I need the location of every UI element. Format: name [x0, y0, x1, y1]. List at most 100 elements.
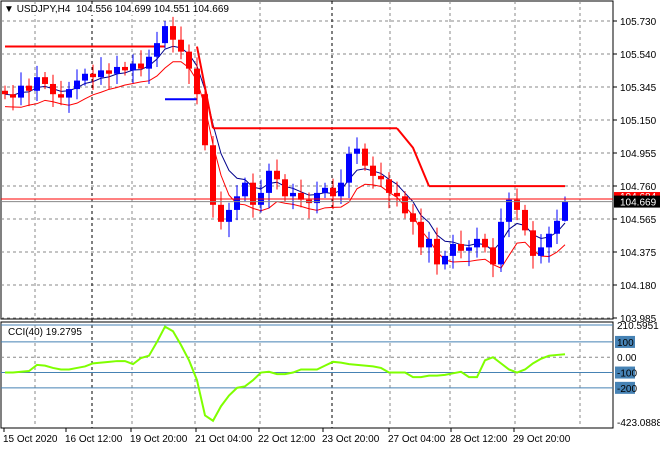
- price-axis-label: 104.375: [620, 248, 657, 259]
- candle-bear: [274, 170, 280, 180]
- candle-bull: [498, 221, 504, 265]
- candle-bull: [450, 243, 456, 256]
- candle-bear: [2, 90, 8, 95]
- price-axis-label: 104.180: [620, 281, 657, 292]
- cci-axis-label: -423.0888: [617, 418, 660, 429]
- candle-bear: [378, 175, 384, 180]
- candle-bull: [266, 170, 272, 193]
- candle-bear: [138, 63, 144, 69]
- candle-bull: [554, 220, 560, 234]
- cci-axis-label: -200: [617, 384, 637, 395]
- candle-bear: [58, 94, 64, 98]
- open-value: 104.556: [75, 4, 113, 15]
- cci-pane-border: [0, 321, 614, 429]
- candle-bear: [482, 238, 488, 248]
- candle-bull: [346, 153, 352, 183]
- candle-bear: [122, 66, 128, 71]
- candle-bear: [194, 68, 200, 95]
- candle-bear: [418, 221, 424, 248]
- moving-average-red: [4, 61, 566, 269]
- candle-bull: [18, 85, 24, 98]
- cci-axis-label: 210.5951: [617, 321, 659, 332]
- time-axis-label: 23 Oct 20:00: [322, 434, 380, 445]
- time-axis-label: 22 Oct 12:00: [258, 434, 316, 445]
- candle-bear: [330, 187, 336, 197]
- candle-bull: [74, 80, 80, 90]
- candle-bull: [538, 247, 544, 256]
- candle-bear: [218, 204, 224, 222]
- trailing-stop-drop: [396, 127, 430, 187]
- candle-bear: [394, 192, 400, 197]
- candle-bear: [10, 94, 16, 98]
- price-axis-label: 105.730: [620, 17, 657, 28]
- candle-bear: [386, 179, 392, 193]
- current-price-label: 104.669: [620, 198, 657, 209]
- candle-bull: [322, 187, 328, 193]
- candle-bear: [490, 247, 496, 265]
- candle-bull: [98, 70, 104, 78]
- price-axis-label: 104.565: [620, 215, 657, 226]
- time-axis-label: 19 Oct 20:00: [130, 434, 188, 445]
- candle-bear: [50, 83, 56, 95]
- high-value: 104.699: [114, 4, 152, 15]
- price-axis-label: 105.345: [620, 83, 657, 94]
- chart-window[interactable]: 105.730 105.540 105.345 105.150 104.955 104.7…: [0, 0, 660, 450]
- candle-bear: [90, 73, 96, 78]
- candle-bear: [522, 209, 528, 231]
- candle-bear: [26, 85, 32, 91]
- time-axis-label: 28 Oct 12:00: [450, 434, 508, 445]
- price-axis-label: 105.540: [620, 50, 657, 61]
- candle-bear: [170, 26, 176, 40]
- price-axis-label: 105.150: [620, 116, 657, 127]
- candle-bull: [226, 209, 232, 222]
- candle-bull: [242, 182, 248, 197]
- candle-bear: [210, 145, 216, 205]
- candle-bull: [442, 255, 448, 265]
- candle-bear: [282, 179, 288, 197]
- main-pane-border: [0, 0, 614, 320]
- candle-bear: [530, 230, 536, 256]
- candle-bull: [66, 89, 72, 98]
- low-value: 104.551: [153, 4, 191, 15]
- chart-header: ▼ USDJPY,H4 104.556 104.699 104.551 104.…: [4, 4, 229, 15]
- cci-axis-label: -100: [617, 369, 637, 380]
- time-axis-label: 15 Oct 2020: [3, 434, 58, 445]
- cci-axis-label: 0.00: [617, 353, 637, 364]
- close-value: 104.669: [192, 4, 229, 15]
- candle-bull: [114, 66, 120, 74]
- time-axis-label: 29 Oct 20:00: [513, 434, 571, 445]
- cci-line: [5, 325, 566, 423]
- candle-bull: [354, 148, 360, 154]
- candle-bear: [410, 213, 416, 222]
- candle-bear: [178, 39, 184, 52]
- price-chart[interactable]: 105.730105.540105.345105.150104.955104.7…: [0, 0, 660, 450]
- cci-axis-label: 100: [617, 338, 634, 349]
- candle-bull: [506, 199, 512, 222]
- candle-bear: [370, 165, 376, 176]
- candle-bear: [202, 94, 208, 146]
- candle-bull: [146, 56, 152, 69]
- time-axis-label: 16 Oct 12:00: [65, 434, 123, 445]
- candle-bull: [154, 43, 160, 57]
- candle-bull: [474, 238, 480, 248]
- candle-bull: [234, 196, 240, 210]
- candle-bull: [338, 182, 344, 197]
- collapse-arrow-icon[interactable]: ▼: [4, 4, 14, 15]
- candle-bear: [458, 243, 464, 251]
- candle-bull: [426, 238, 432, 248]
- candle-bear: [362, 148, 368, 166]
- time-axis-label: 27 Oct 04:00: [388, 434, 446, 445]
- cci-label: CCI(40) 19.2795: [8, 327, 82, 338]
- candle-bull: [562, 201, 568, 221]
- candle-bull: [466, 247, 472, 251]
- price-axis-label: 104.955: [620, 149, 657, 160]
- candle-bull: [34, 77, 40, 91]
- candle-bear: [434, 238, 440, 265]
- candle-bear: [42, 77, 48, 84]
- moving-average-blue: [4, 45, 566, 252]
- symbol-label: USDJPY,H4: [16, 4, 71, 15]
- candle-bull: [82, 73, 88, 81]
- time-axis-label: 21 Oct 04:00: [195, 434, 253, 445]
- candle-bull: [290, 192, 296, 197]
- candle-bull: [546, 233, 552, 248]
